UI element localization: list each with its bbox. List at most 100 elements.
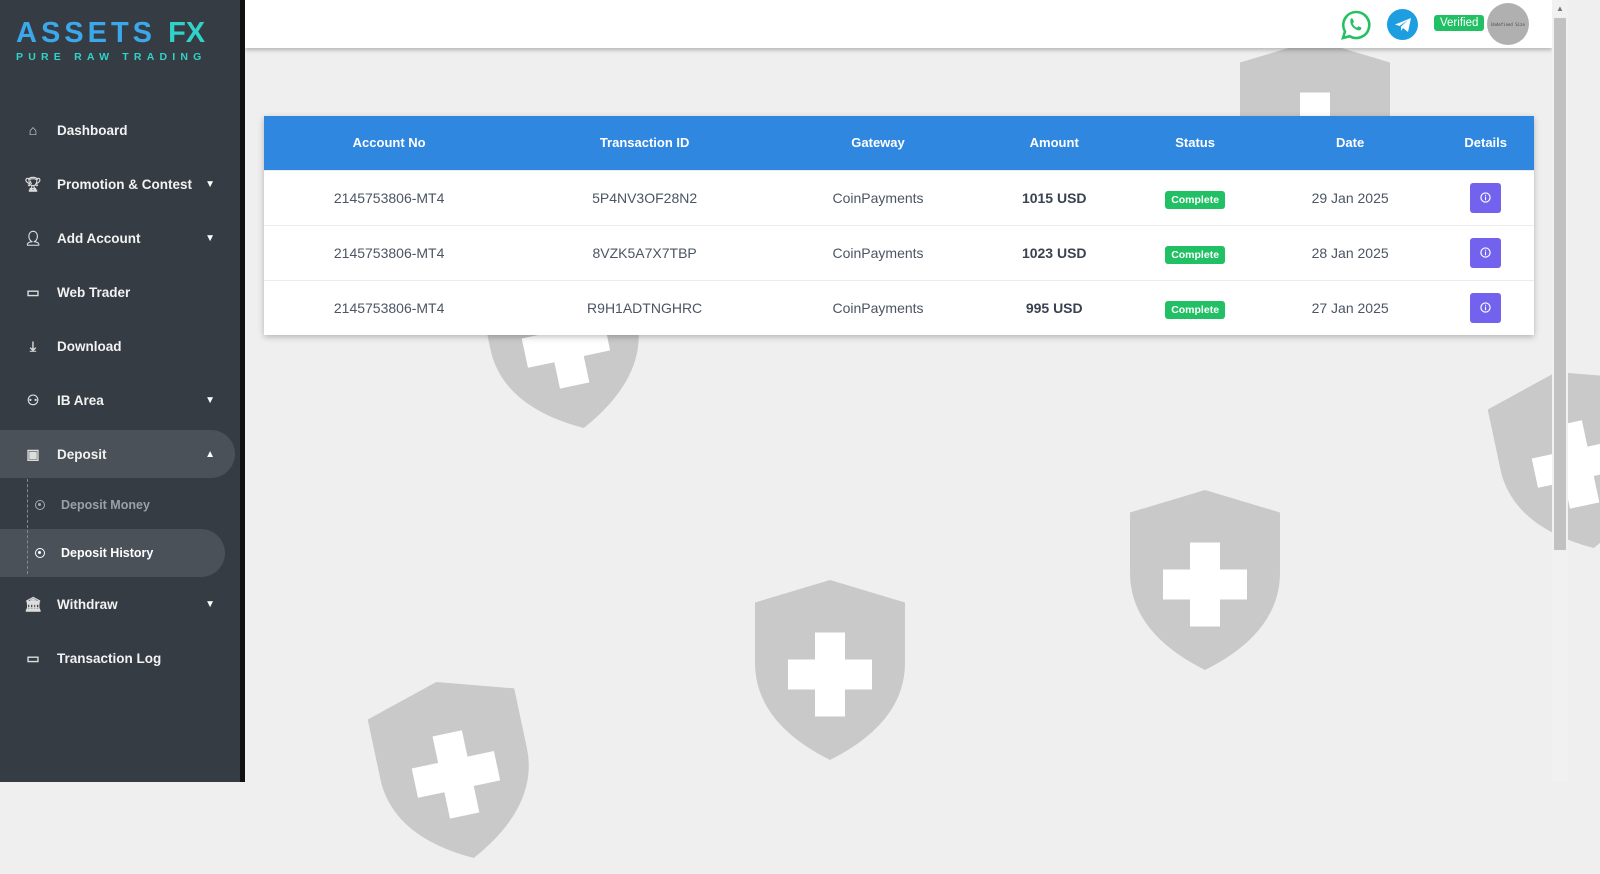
add-user-icon: 👤︎	[24, 229, 42, 246]
home-icon: ⌂	[28, 122, 38, 138]
details-button[interactable]	[1470, 237, 1502, 268]
info-icon	[1480, 247, 1491, 258]
sidebar-item-transaction-log[interactable]: ▭ Transaction Log	[0, 631, 240, 685]
details-cell	[1437, 224, 1534, 280]
sidebar-item-label: IB Area	[57, 392, 104, 408]
sidebar-item-label: Web Trader	[57, 284, 131, 300]
info-icon	[1480, 192, 1491, 203]
sidebar-edge	[240, 0, 245, 782]
verified-badge: Verified	[1434, 15, 1485, 31]
logo-suffix: FX	[168, 17, 206, 49]
column-header: Gateway	[774, 116, 982, 170]
top-header: Verified Undefined Size	[245, 0, 1552, 48]
logo-name: ASSETS	[16, 17, 157, 49]
column-header: Details	[1437, 116, 1534, 170]
sidebar-item-deposit[interactable]: ▣ Deposit ▲	[0, 430, 235, 478]
watermark-shield-icon	[1130, 490, 1280, 670]
deposit-history-table-card: Account No Transaction ID Gateway Amount…	[264, 116, 1534, 335]
sidebar-item-label: Dashboard	[57, 122, 128, 138]
amount: 1015 USD	[981, 169, 1128, 225]
sidebar-item-label: Transaction Log	[57, 650, 162, 666]
avatar-placeholder-text: Undefined Size	[1491, 21, 1525, 27]
details-button[interactable]	[1470, 292, 1502, 323]
gateway: CoinPayments	[774, 279, 982, 335]
logo-tagline: PURE RAW TRADING	[16, 51, 207, 63]
wallet-icon: ▣	[26, 445, 40, 462]
status-cell: Complete	[1127, 279, 1263, 335]
sidebar-item-label: Promotion & Contest	[57, 176, 192, 192]
gateway: CoinPayments	[774, 224, 982, 280]
date: 27 Jan 2025	[1262, 279, 1438, 335]
column-header: Date	[1262, 116, 1438, 170]
logo[interactable]: ASSETS FX PURE RAW TRADING	[16, 18, 207, 63]
status-badge: Complete	[1165, 190, 1226, 209]
table-row: 2145753806-MT4 8VZK5A7X7TBP CoinPayments…	[264, 224, 1534, 280]
status-badge: Complete	[1165, 245, 1226, 264]
card-icon: ▭	[26, 649, 40, 666]
status-badge: Complete	[1165, 300, 1226, 319]
deposit-history-table: Account No Transaction ID Gateway Amount…	[264, 116, 1534, 335]
info-icon	[1480, 302, 1491, 313]
sidebar-item-download[interactable]: ⤓ Download	[0, 319, 240, 373]
sidebar-nav: ⌂ Dashboard 🏆︎ Promotion & Contest ▼ 👤︎ Add …	[0, 103, 240, 685]
avatar[interactable]: Undefined Size	[1487, 3, 1529, 45]
column-header: Amount	[981, 116, 1128, 170]
telegram-icon[interactable]	[1387, 9, 1418, 40]
date: 29 Jan 2025	[1262, 169, 1438, 225]
sidebar-subitem-label: Deposit History	[61, 546, 154, 560]
submenu-divider	[27, 479, 28, 574]
sidebar-item-promotion[interactable]: 🏆︎ Promotion & Contest ▼	[0, 157, 240, 211]
sidebar-item-label: Download	[57, 338, 122, 354]
circle-dot-icon	[35, 500, 45, 510]
sidebar-item-label: Add Account	[57, 230, 141, 246]
account-no: 2145753806-MT4	[264, 224, 515, 280]
sidebar-subitem-deposit-history[interactable]: Deposit History	[0, 529, 225, 577]
scrollbar-thumb[interactable]	[1554, 18, 1566, 550]
sidebar-item-dashboard[interactable]: ⌂ Dashboard	[0, 103, 240, 157]
sidebar-item-ib-area[interactable]: ⚇ IB Area ▼	[0, 373, 240, 427]
sidebar-item-add-account[interactable]: 👤︎ Add Account ▼	[0, 211, 240, 265]
details-cell	[1437, 169, 1534, 225]
network-icon: ⚇	[26, 391, 40, 408]
chevron-down-icon: ▼	[205, 598, 215, 610]
details-button[interactable]	[1470, 182, 1502, 213]
sidebar-item-web-trader[interactable]: ▭ Web Trader	[0, 265, 240, 319]
watermark-shield-icon	[363, 666, 547, 873]
column-header: Account No	[264, 116, 515, 170]
details-cell	[1437, 279, 1534, 335]
circle-dot-icon	[35, 548, 45, 558]
account-no: 2145753806-MT4	[264, 279, 515, 335]
table-row: 2145753806-MT4 R9H1ADTNGHRC CoinPayments…	[264, 279, 1534, 335]
sidebar-subitem-label: Deposit Money	[61, 498, 150, 512]
chart-icon: ▭	[26, 283, 40, 300]
watermark-shield-icon	[1483, 356, 1600, 563]
sidebar-subitem-deposit-money[interactable]: Deposit Money	[0, 481, 240, 529]
transaction-id: 8VZK5A7X7TBP	[514, 224, 775, 280]
amount: 1023 USD	[981, 224, 1128, 280]
status-cell: Complete	[1127, 224, 1263, 280]
chevron-down-icon: ▼	[205, 178, 215, 190]
transaction-id: 5P4NV3OF28N2	[514, 169, 775, 225]
watermark-shield-icon	[755, 580, 905, 760]
gateway: CoinPayments	[774, 169, 982, 225]
sidebar-item-label: Deposit	[57, 446, 107, 462]
amount: 995 USD	[981, 279, 1128, 335]
scroll-up-icon[interactable]: ▲	[1556, 4, 1564, 13]
download-icon: ⤓	[29, 337, 37, 354]
account-no: 2145753806-MT4	[264, 169, 515, 225]
whatsapp-icon[interactable]	[1340, 9, 1372, 41]
column-header: Status	[1127, 116, 1263, 170]
status-cell: Complete	[1127, 169, 1263, 225]
column-header: Transaction ID	[514, 116, 775, 170]
chevron-up-icon: ▲	[205, 448, 215, 460]
chevron-down-icon: ▼	[205, 232, 215, 244]
sidebar: ASSETS FX PURE RAW TRADING ⌂ Dashboard 🏆︎…	[0, 0, 240, 782]
transaction-id: R9H1ADTNGHRC	[514, 279, 775, 335]
sidebar-item-label: Withdraw	[57, 596, 118, 612]
date: 28 Jan 2025	[1262, 224, 1438, 280]
sidebar-item-withdraw[interactable]: 🏛︎ Withdraw ▼	[0, 577, 240, 631]
page-scrollbar[interactable]: ▲	[1552, 0, 1568, 782]
trophy-icon: 🏆︎	[24, 175, 42, 192]
bank-icon: 🏛︎	[24, 595, 42, 612]
chevron-down-icon: ▼	[205, 394, 215, 406]
